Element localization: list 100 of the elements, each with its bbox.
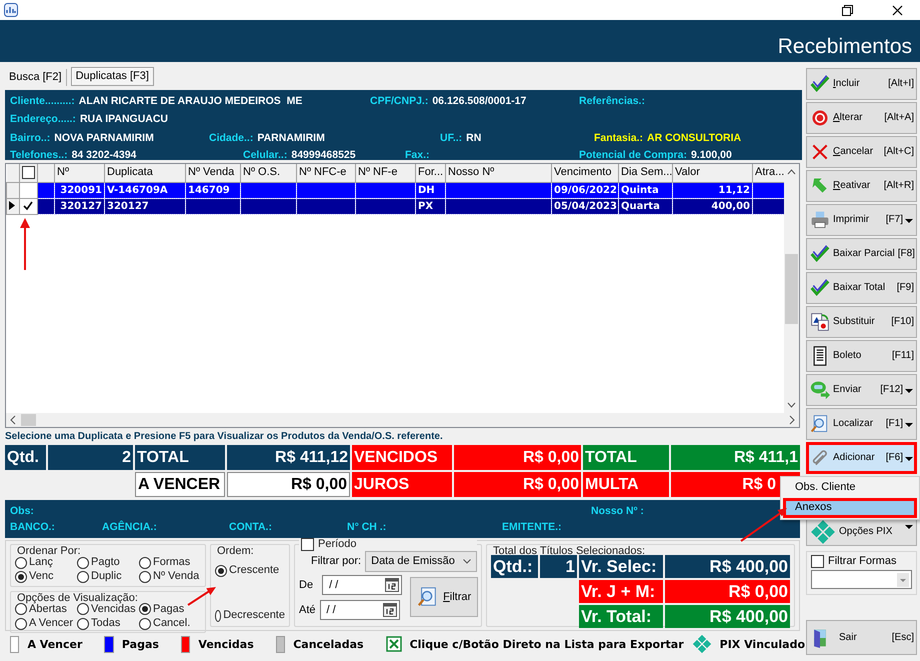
- column-header[interactable]: For...: [416, 164, 446, 182]
- radio-button[interactable]: [139, 618, 151, 630]
- action-button[interactable]: Incluir [Alt+I]: [806, 68, 917, 100]
- horizontal-scrollbar[interactable]: [6, 413, 799, 427]
- radio-button[interactable]: [15, 570, 27, 583]
- total-value: R$ 400,00: [665, 555, 790, 578]
- radio-label[interactable]: Pagto: [91, 556, 120, 570]
- radio-label[interactable]: Decrescente: [223, 609, 285, 623]
- action-button[interactable]: Cancelar [Alt+C]: [806, 136, 917, 168]
- radio-label[interactable]: Formas: [153, 556, 190, 570]
- column-header[interactable]: Atra...: [752, 164, 784, 182]
- column-header[interactable]: Nº NFC-e: [296, 164, 356, 182]
- window-title: Recebimentos: [778, 35, 912, 58]
- scroll-thumb[interactable]: [785, 254, 798, 324]
- radio-label[interactable]: Pagas: [153, 602, 184, 616]
- total-value: R$ 0,00: [454, 445, 581, 470]
- field-label: AGÊNCIA.:: [102, 521, 158, 533]
- column-header[interactable]: Vencimento: [552, 164, 618, 182]
- check-icon: [810, 244, 830, 264]
- action-button[interactable]: Alterar [Alt+A]: [806, 102, 917, 134]
- field-label: Até: [299, 604, 316, 617]
- radio-label[interactable]: Duplic: [91, 570, 122, 584]
- column-header[interactable]: Dia Sem...: [618, 164, 672, 182]
- radio-label[interactable]: A Vencer: [29, 616, 74, 630]
- table-cell: 400,00: [672, 198, 752, 214]
- action-button[interactable]: Reativar [Alt+R]: [806, 170, 917, 202]
- action-button[interactable]: Sair [Esc]: [806, 620, 917, 655]
- checkbox-label[interactable]: Período: [318, 538, 357, 552]
- radio-label[interactable]: Lanç: [29, 556, 53, 570]
- radio-label[interactable]: Cancel.: [153, 616, 190, 630]
- tab[interactable]: Duplicatas [F3]: [70, 66, 154, 86]
- chevron-icon[interactable]: [897, 572, 909, 587]
- radio-label[interactable]: Vencidas: [91, 602, 136, 616]
- radio-button[interactable]: [139, 570, 151, 583]
- action-button[interactable]: Adicionar [F6]: [806, 442, 917, 474]
- total-value: 1: [540, 555, 577, 578]
- action-button[interactable]: Enviar [F12]: [806, 374, 917, 406]
- column-header[interactable]: Nº Venda: [186, 164, 240, 182]
- radio-button[interactable]: [215, 564, 227, 577]
- radio-label[interactable]: Abertas: [29, 602, 67, 616]
- column-header[interactable]: Nº O.S.: [240, 164, 296, 182]
- cross-icon: [810, 142, 830, 162]
- field-value: 84 3202-4394: [72, 148, 136, 160]
- radio-button[interactable]: [77, 618, 89, 630]
- total-label: A VENCER: [135, 472, 225, 497]
- checkbox[interactable]: [22, 166, 35, 179]
- action-button[interactable]: Baixar Total [F9]: [806, 272, 917, 304]
- diamond-icon: [810, 519, 836, 545]
- column-header[interactable]: Nº NF-e: [356, 164, 416, 182]
- document-icon: [810, 312, 830, 332]
- radio-button[interactable]: [77, 570, 89, 583]
- annotation-arrow: [18, 218, 32, 272]
- calendar-icon[interactable]: [382, 603, 397, 618]
- table-cell: 11,12: [672, 182, 752, 198]
- date-field[interactable]: / /: [320, 600, 400, 620]
- field-value: 9.100,00: [690, 148, 732, 160]
- dropdown[interactable]: Data de Emissão: [365, 551, 477, 572]
- action-button[interactable]: Boleto [F11]: [806, 340, 917, 372]
- checkbox[interactable]: [811, 555, 824, 568]
- total-value: R$ 0,00: [454, 472, 581, 497]
- action-button[interactable]: Imprimir [F7]: [806, 204, 917, 236]
- diamond-icon: [692, 634, 712, 654]
- vertical-scrollbar[interactable]: [784, 164, 799, 413]
- radio-button[interactable]: [15, 603, 27, 616]
- filter-button[interactable]: Filtrar: [410, 577, 478, 618]
- radio-label[interactable]: Todas: [91, 616, 120, 630]
- total-label: Qtd.: [5, 445, 46, 470]
- checkbox-label[interactable]: Filtrar Formas: [828, 555, 896, 568]
- field-label: Endereço.....:: [10, 113, 76, 125]
- radio-label[interactable]: Nº Venda: [153, 570, 200, 584]
- legend-label: A Vencer: [27, 638, 82, 650]
- date-field[interactable]: / /: [322, 575, 402, 596]
- tab[interactable]: Busca [F2]: [5, 68, 67, 86]
- column-header[interactable]: Nº: [54, 164, 104, 182]
- column-header[interactable]: Duplicata: [104, 164, 186, 182]
- column-header[interactable]: Nosso Nº: [446, 164, 552, 182]
- group-title: Opções de Visualização:: [15, 592, 140, 605]
- radio-button[interactable]: [139, 603, 151, 616]
- action-button[interactable]: Baixar Parcial [F8]: [806, 238, 917, 270]
- checkbox[interactable]: [301, 538, 314, 552]
- dropdown[interactable]: [811, 570, 912, 590]
- menu-item[interactable]: Anexos: [783, 498, 917, 518]
- radio-button[interactable]: [77, 556, 89, 569]
- radio-label[interactable]: Crescente: [229, 564, 280, 578]
- table-row[interactable]: 320091 V-146709A 146709 DH 09/06/2022 Quinta 11,12: [6, 182, 784, 198]
- radio-button[interactable]: [15, 618, 27, 630]
- calendar-icon[interactable]: [385, 578, 400, 592]
- paperclip-icon: [810, 448, 830, 468]
- radio-button[interactable]: [139, 556, 151, 569]
- radio-label[interactable]: Venc: [29, 570, 54, 584]
- column-header[interactable]: Valor: [672, 164, 752, 182]
- radio-button[interactable]: [77, 603, 89, 616]
- action-button[interactable]: Substituir [F10]: [806, 306, 917, 338]
- radio-button[interactable]: [215, 610, 222, 622]
- field-label: Fantasia.:: [594, 132, 644, 144]
- action-button[interactable]: Localizar [F1]: [806, 408, 917, 440]
- legend-label: Canceladas: [293, 638, 364, 650]
- table-row[interactable]: 320127 320127 PX 05/04/2023 Quarta 400,00: [6, 198, 784, 214]
- scroll-thumb[interactable]: [21, 414, 36, 426]
- total-label: JUROS: [352, 472, 452, 497]
